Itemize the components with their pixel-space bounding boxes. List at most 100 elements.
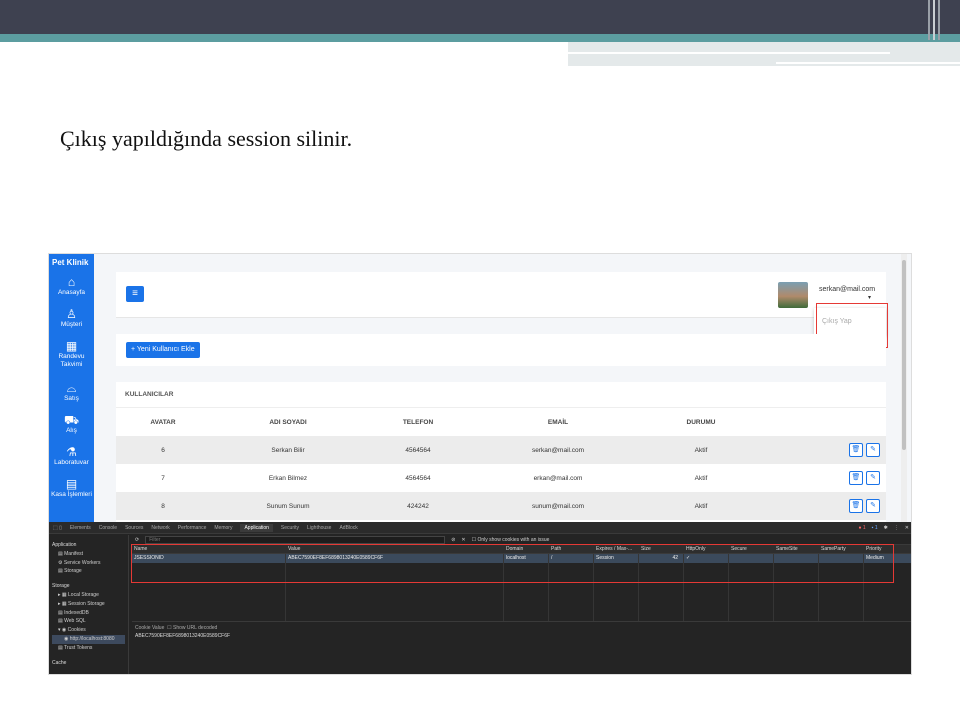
- trash-icon[interactable]: 🗑: [849, 471, 863, 485]
- message-count-badge[interactable]: ▪ 1: [872, 525, 878, 531]
- sidebar-item-label: Laboratuvar: [54, 459, 89, 466]
- sidebar-item-label: Randevu Takvimi: [58, 353, 85, 368]
- menu-toggle-button[interactable]: ≡: [126, 286, 144, 302]
- column-header: DURUMU: [686, 418, 716, 426]
- cell-avatar: 7: [161, 474, 165, 482]
- add-user-button[interactable]: + Yeni Kullanıcı Ekle: [126, 342, 200, 358]
- brand-logo: Pet Klinik: [52, 258, 89, 267]
- tab-network[interactable]: Network: [151, 525, 169, 531]
- cash-register-icon: ▤: [65, 477, 78, 491]
- tab-inspect-icon[interactable]: ⬚ ▯: [53, 525, 62, 531]
- tab-security[interactable]: Security: [281, 525, 299, 531]
- column-header: ADI SOYADI: [269, 418, 307, 426]
- top-navbar: ≡ serkan@mail.com ▾: [116, 272, 886, 318]
- cell-status: Aktif: [694, 446, 708, 454]
- only-issue-checkbox[interactable]: ☐ Only show cookies with an issue: [472, 537, 550, 543]
- close-icon[interactable]: ✕: [905, 525, 909, 531]
- home-icon: ⌂: [67, 275, 76, 289]
- clear-all-icon[interactable]: ⊘: [451, 537, 455, 543]
- sidebar-item-trust-tokens[interactable]: ▤ Trust Tokens: [52, 644, 125, 653]
- sidebar-item-randevu[interactable]: ▦ Randevu Takvimi: [49, 336, 94, 378]
- page-scrollbar[interactable]: [901, 254, 907, 522]
- sidebar-item-kasa[interactable]: ▤ Kasa İşlemleri: [49, 474, 94, 504]
- filter-input[interactable]: Filter: [145, 535, 446, 544]
- table-row: 8 Sunum Sunum 424242 sunum@mail.com Akti…: [116, 492, 886, 520]
- devtools-status: ● 1 ▪ 1 ✱ ⋮ ✕: [858, 525, 909, 531]
- sidebar-item-service-workers[interactable]: ⚙ Service Workers: [52, 559, 125, 568]
- cell-email: sunum@mail.com: [531, 502, 585, 510]
- sidebar-item-indexeddb[interactable]: ▤ IndexedDB: [52, 609, 125, 618]
- cell-status: Aktif: [694, 502, 708, 510]
- slide-accent-stripe: [0, 34, 960, 42]
- section-storage: Storage: [52, 583, 70, 590]
- slide-accent-line: [568, 52, 890, 54]
- tab-adblock[interactable]: AdBlock: [339, 525, 357, 531]
- cell-status: Aktif: [694, 474, 708, 482]
- add-user-card: + Yeni Kullanıcı Ekle: [116, 334, 886, 366]
- sidebar-item-label: Satış: [64, 395, 79, 402]
- sidebar-item-manifest[interactable]: ▤ Manifest: [52, 550, 125, 559]
- cookie-value-text: ABEC7590EF8EF6898013240E0589CF6F: [135, 633, 231, 639]
- cookie-value-label: Cookie Value ☐ Show URL decoded: [135, 625, 218, 631]
- sidebar-item-label: Müşteri: [60, 321, 83, 328]
- cell-name: Erkan Bilmez: [268, 474, 308, 482]
- sidebar-item-local-storage[interactable]: ▸ ▦ Local Storage: [52, 591, 125, 600]
- cell-phone: 4564564: [405, 446, 431, 454]
- cell-phone: 4564564: [405, 474, 431, 482]
- delete-selected-icon[interactable]: ✕: [461, 537, 465, 543]
- sidebar-item-alis[interactable]: ⛟ Alış: [49, 410, 94, 442]
- calendar-icon: ▦: [65, 339, 78, 353]
- devtools-sidebar: Application ▤ Manifest ⚙ Service Workers…: [49, 535, 129, 674]
- more-icon[interactable]: ⋮: [894, 525, 899, 531]
- column-header: TELEFON: [402, 418, 434, 426]
- sidebar-item-cookies[interactable]: ▾ ◉ Cookies: [52, 626, 125, 635]
- user-email[interactable]: serkan@mail.com: [819, 286, 875, 293]
- sidebar-item-web-sql[interactable]: ▤ Web SQL: [52, 617, 125, 626]
- cell-phone: 424242: [407, 502, 429, 510]
- sidebar-item-laboratuvar[interactable]: ⚗ Laboratuvar: [49, 442, 94, 474]
- tab-performance[interactable]: Performance: [178, 525, 207, 531]
- avatar[interactable]: [778, 282, 808, 308]
- pencil-icon[interactable]: ✎: [866, 499, 880, 513]
- main-content: ≡ serkan@mail.com ▾ Çıkış Yap + Yeni Kul…: [94, 254, 907, 522]
- tab-console[interactable]: Console: [99, 525, 117, 531]
- pencil-icon[interactable]: ✎: [866, 471, 880, 485]
- flask-icon: ⚗: [66, 445, 77, 459]
- refresh-icon[interactable]: ⟳: [135, 537, 139, 543]
- sidebar-item-anasayfa[interactable]: ⌂ Anasayfa: [49, 272, 94, 304]
- table-row: 7 Erkan Bilmez 4564564 erkan@mail.com Ak…: [116, 464, 886, 492]
- user-icon: ♙: [66, 307, 77, 321]
- gear-icon[interactable]: ✱: [884, 525, 888, 531]
- sidebar-item-musteri[interactable]: ♙ Müşteri: [49, 304, 94, 336]
- sidebar-item-satis[interactable]: ⌓ Satış: [49, 378, 94, 410]
- tab-elements[interactable]: Elements: [70, 525, 91, 531]
- chevron-down-icon[interactable]: ▾: [868, 294, 871, 301]
- section-application: Application: [52, 542, 77, 548]
- cookie-value-pane: Cookie Value ☐ Show URL decoded ABEC7590…: [132, 621, 911, 673]
- truck-icon: ⛟: [63, 413, 80, 427]
- sidebar-item-cookie-origin[interactable]: ◉ http://localhost:8080: [52, 634, 125, 644]
- column-header: EMAİL: [547, 418, 569, 426]
- sidebar-item-label: Anasayfa: [57, 289, 86, 296]
- cell-avatar: 8: [161, 502, 165, 510]
- slide-title: Çıkış yapıldığında session silinir.: [60, 126, 353, 151]
- sidebar-item-storage[interactable]: ▤ Storage: [52, 567, 125, 576]
- trash-icon[interactable]: 🗑: [849, 499, 863, 513]
- slide-accent-line: [776, 62, 960, 64]
- error-count-badge[interactable]: ● 1: [858, 525, 865, 531]
- pencil-icon[interactable]: ✎: [866, 443, 880, 457]
- app-screenshot: Pet Klinik ⌂ Anasayfa ♙ Müşteri ▦ Randev…: [48, 253, 912, 675]
- sidebar-item-session-storage[interactable]: ▸ ▦ Session Storage: [52, 600, 125, 609]
- sidebar: Pet Klinik ⌂ Anasayfa ♙ Müşteri ▦ Randev…: [49, 254, 94, 522]
- trash-icon[interactable]: 🗑: [849, 443, 863, 457]
- show-decoded-checkbox[interactable]: ☐ Show URL decoded: [167, 625, 217, 631]
- tab-lighthouse[interactable]: Lighthouse: [307, 525, 331, 531]
- tab-memory[interactable]: Memory: [214, 525, 232, 531]
- cell-name: Sunum Sunum: [266, 502, 310, 510]
- cell-avatar: 6: [161, 446, 165, 454]
- table-row: 6 Serkan Bilir 4564564 serkan@mail.com A…: [116, 436, 886, 464]
- tab-sources[interactable]: Sources: [125, 525, 143, 531]
- cell-name: Serkan Bilir: [271, 446, 305, 454]
- column-header: AVATAR: [150, 418, 176, 426]
- tab-application[interactable]: Application: [240, 523, 273, 532]
